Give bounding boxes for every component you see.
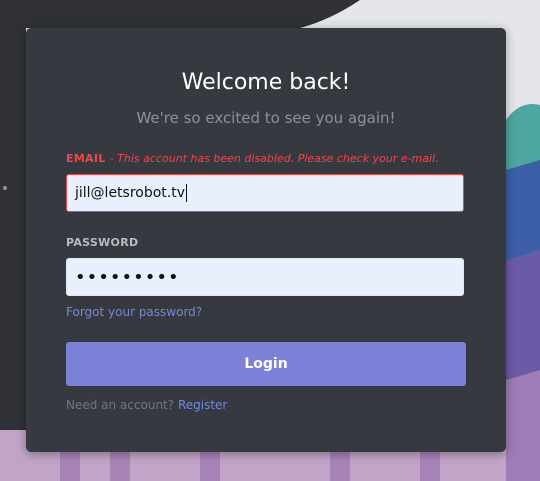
password-label: PASSWORD: [66, 236, 139, 249]
page-title: Welcome back!: [181, 70, 351, 95]
email-label: EMAIL: [66, 152, 106, 165]
register-link[interactable]: Register: [178, 398, 227, 412]
login-button[interactable]: Login: [66, 342, 466, 386]
password-field[interactable]: •••••••••: [66, 258, 464, 296]
login-card: Welcome back! We're so excited to see yo…: [26, 28, 506, 452]
text-cursor: [186, 184, 188, 202]
page-subtitle: We're so excited to see you again!: [136, 109, 396, 127]
forgot-password-link[interactable]: Forgot your password?: [66, 305, 202, 319]
password-value: •••••••••: [75, 266, 180, 288]
email-field[interactable]: jill@letsrobot.tv: [66, 174, 464, 212]
need-account-text: Need an account?: [66, 398, 175, 412]
register-row: Need an account? Register: [66, 398, 227, 412]
email-label-row: EMAIL - This account has been disabled. …: [66, 152, 439, 165]
email-error-message: - This account has been disabled. Please…: [109, 152, 439, 165]
email-value: jill@letsrobot.tv: [75, 185, 186, 201]
